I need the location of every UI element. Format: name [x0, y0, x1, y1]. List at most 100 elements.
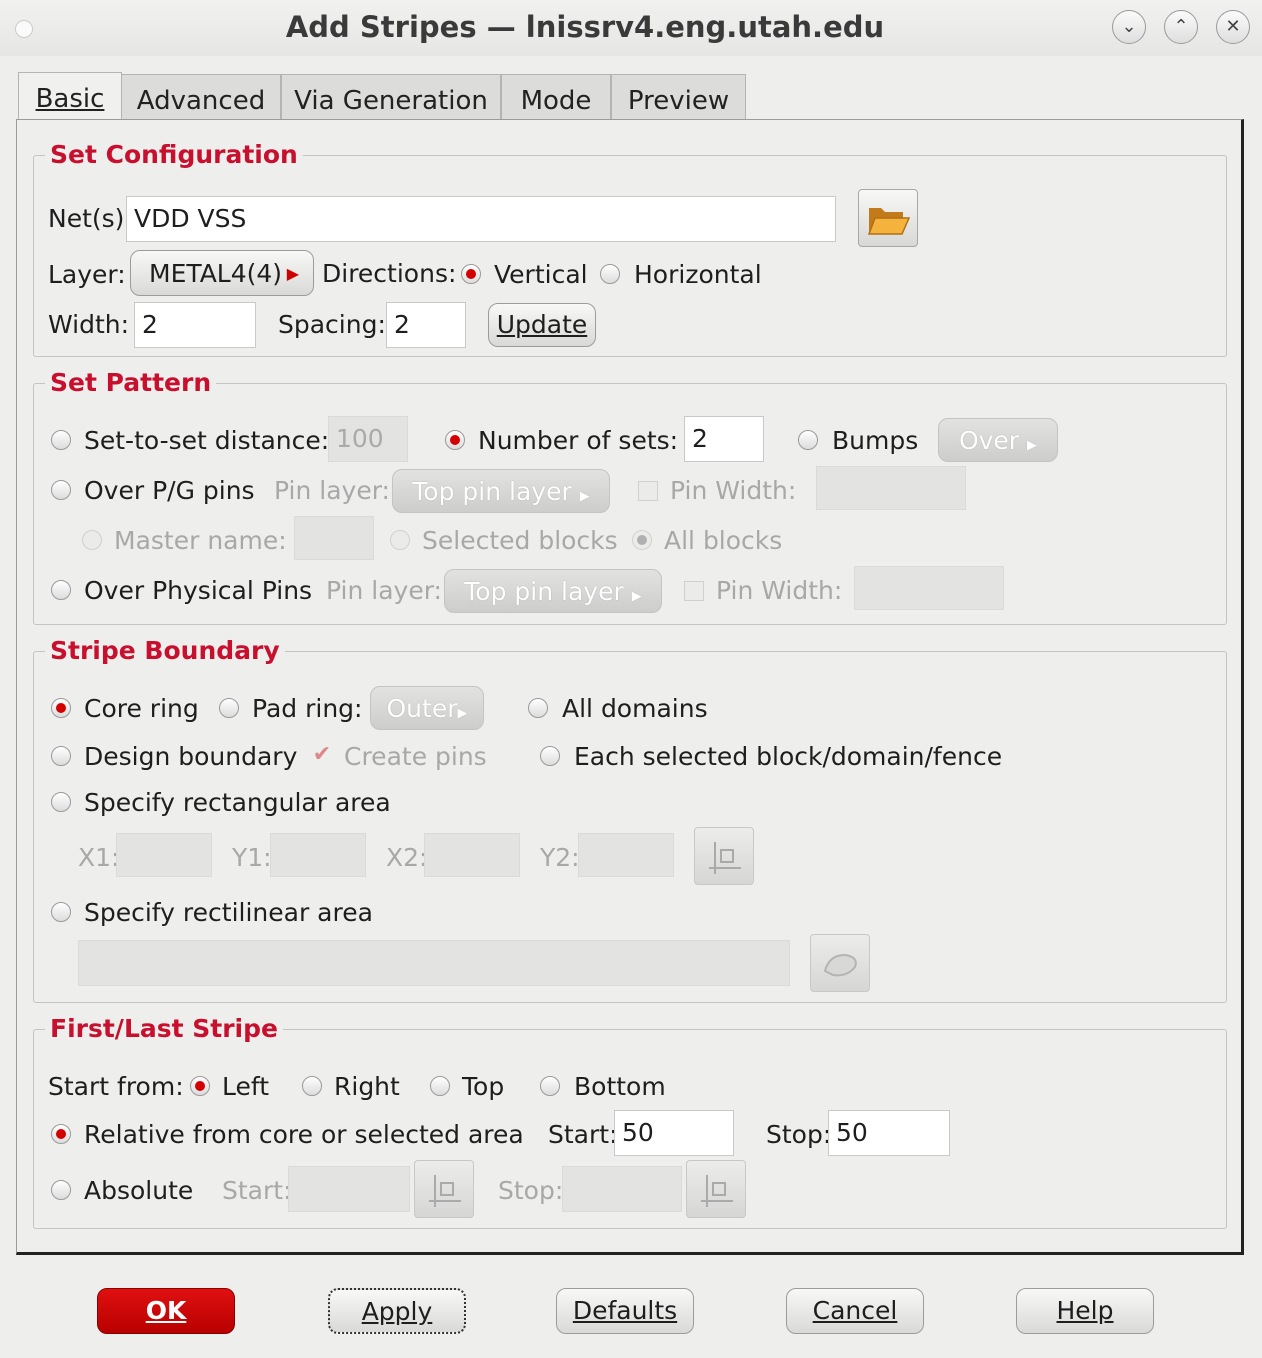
tab-mode[interactable]: Mode	[501, 74, 611, 121]
absolute-start-input[interactable]	[288, 1166, 410, 1212]
start-top-label: Top	[462, 1072, 505, 1101]
dropdown-arrow-icon: ▶	[286, 264, 299, 283]
width-input[interactable]: 2	[134, 302, 256, 348]
y1-label: Y1:	[232, 843, 272, 872]
master-name-input[interactable]	[294, 516, 374, 560]
master-name-radio[interactable]	[82, 530, 102, 550]
bumps-radio[interactable]	[798, 430, 818, 450]
absolute-stop-label: Stop:	[498, 1176, 564, 1205]
bumps-label: Bumps	[832, 426, 919, 455]
each-selected-label: Each selected block/domain/fence	[574, 742, 1003, 771]
layer-label: Layer:	[48, 260, 126, 289]
relative-radio[interactable]	[51, 1124, 71, 1144]
crosshair-select-icon	[701, 1175, 733, 1207]
physical-pin-width-checkbox[interactable]	[684, 581, 704, 601]
physical-pin-layer-label: Pin layer:	[326, 576, 442, 605]
spacing-input[interactable]: 2	[386, 302, 466, 348]
vertical-label: Vertical	[494, 260, 588, 289]
pg-pin-width-input[interactable]	[816, 466, 966, 510]
tab-preview[interactable]: Preview	[611, 74, 746, 121]
over-pg-pins-radio[interactable]	[51, 480, 71, 500]
create-pins-label: Create pins	[344, 742, 487, 771]
physical-pin-layer-dropdown[interactable]: Top pin layer ▶	[444, 569, 662, 613]
start-right-radio[interactable]	[302, 1076, 322, 1096]
specify-rectilinear-radio[interactable]	[51, 902, 71, 922]
start-from-label: Start from:	[48, 1072, 184, 1101]
y2-input[interactable]	[578, 833, 674, 877]
polygon-draw-icon	[823, 953, 857, 977]
x1-input[interactable]	[116, 833, 212, 877]
over-pg-pins-label: Over P/G pins	[84, 476, 255, 505]
y1-input[interactable]	[270, 833, 366, 877]
start-bottom-label: Bottom	[574, 1072, 666, 1101]
relative-stop-input[interactable]: 50	[828, 1110, 950, 1156]
nets-input[interactable]: VDD VSS	[126, 196, 836, 242]
number-of-sets-radio[interactable]	[445, 430, 465, 450]
absolute-stop-pick-button[interactable]	[686, 1160, 746, 1218]
spacing-label: Spacing:	[278, 310, 386, 339]
horizontal-radio[interactable]	[600, 264, 620, 284]
x1-label: X1:	[78, 843, 120, 872]
design-boundary-label: Design boundary	[84, 742, 298, 771]
start-left-label: Left	[222, 1072, 270, 1101]
window-title: Add Stripes — lnissrv4.eng.utah.edu	[285, 10, 885, 44]
pg-pin-width-checkbox[interactable]	[638, 481, 658, 501]
tab-via-generation[interactable]: Via Generation	[281, 74, 501, 121]
each-selected-radio[interactable]	[540, 746, 560, 766]
apply-button[interactable]: Apply	[328, 1288, 466, 1334]
start-right-label: Right	[334, 1072, 400, 1101]
start-bottom-radio[interactable]	[540, 1076, 560, 1096]
layer-dropdown[interactable]: METAL4(4) ▶	[130, 250, 314, 296]
absolute-stop-input[interactable]	[562, 1166, 682, 1212]
over-physical-pins-radio[interactable]	[51, 580, 71, 600]
tab-basic[interactable]: Basic	[18, 72, 122, 121]
crosshair-select-icon	[709, 842, 741, 874]
pg-pin-layer-dropdown[interactable]: Top pin layer ▶	[392, 469, 610, 513]
start-top-radio[interactable]	[430, 1076, 450, 1096]
number-of-sets-input[interactable]: 2	[684, 416, 764, 462]
relative-start-input[interactable]: 50	[614, 1110, 734, 1156]
y2-label: Y2:	[540, 843, 580, 872]
all-blocks-radio[interactable]	[632, 530, 652, 550]
x2-label: X2:	[386, 843, 428, 872]
physical-pin-width-input[interactable]	[854, 566, 1004, 610]
pad-ring-label: Pad ring:	[252, 694, 363, 723]
close-icon[interactable]: ✕	[1216, 10, 1250, 44]
vertical-radio[interactable]	[461, 264, 481, 284]
set-configuration-title: Set Configuration	[45, 140, 303, 169]
all-blocks-label: All blocks	[664, 526, 783, 555]
tab-advanced[interactable]: Advanced	[121, 74, 281, 121]
select-area-button[interactable]	[694, 827, 754, 885]
browse-nets-button[interactable]	[858, 189, 918, 247]
help-button[interactable]: Help	[1016, 1288, 1154, 1334]
ok-button[interactable]: OK	[97, 1288, 235, 1334]
defaults-button[interactable]: Defaults	[556, 1288, 694, 1334]
absolute-radio[interactable]	[51, 1180, 71, 1200]
specify-rect-radio[interactable]	[51, 792, 71, 812]
core-ring-radio[interactable]	[51, 698, 71, 718]
core-ring-label: Core ring	[84, 694, 199, 723]
pad-ring-radio[interactable]	[219, 698, 239, 718]
set-to-set-radio[interactable]	[51, 430, 71, 450]
crosshair-select-icon	[429, 1175, 461, 1207]
draw-polygon-button[interactable]	[810, 934, 870, 992]
update-button[interactable]: Update	[488, 303, 596, 347]
maximize-icon[interactable]: ⌃	[1164, 10, 1198, 44]
x2-input[interactable]	[424, 833, 520, 877]
cancel-button[interactable]: Cancel	[786, 1288, 924, 1334]
absolute-start-pick-button[interactable]	[414, 1160, 474, 1218]
start-left-radio[interactable]	[190, 1076, 210, 1096]
over-dropdown[interactable]: Over ▶	[938, 418, 1058, 462]
all-domains-radio[interactable]	[528, 698, 548, 718]
width-label: Width:	[48, 310, 130, 339]
rectilinear-area-input[interactable]	[78, 940, 790, 986]
selected-blocks-radio[interactable]	[390, 530, 410, 550]
minimize-icon[interactable]: ⌄	[1112, 10, 1146, 44]
outer-dropdown[interactable]: Outer▶	[370, 686, 484, 730]
relative-label: Relative from core or selected area	[84, 1120, 524, 1149]
relative-stop-label: Stop:	[766, 1120, 832, 1149]
all-domains-label: All domains	[562, 694, 708, 723]
create-pins-checkbox[interactable]: ✔	[312, 744, 332, 766]
design-boundary-radio[interactable]	[51, 746, 71, 766]
set-to-set-input[interactable]: 100	[328, 416, 408, 462]
